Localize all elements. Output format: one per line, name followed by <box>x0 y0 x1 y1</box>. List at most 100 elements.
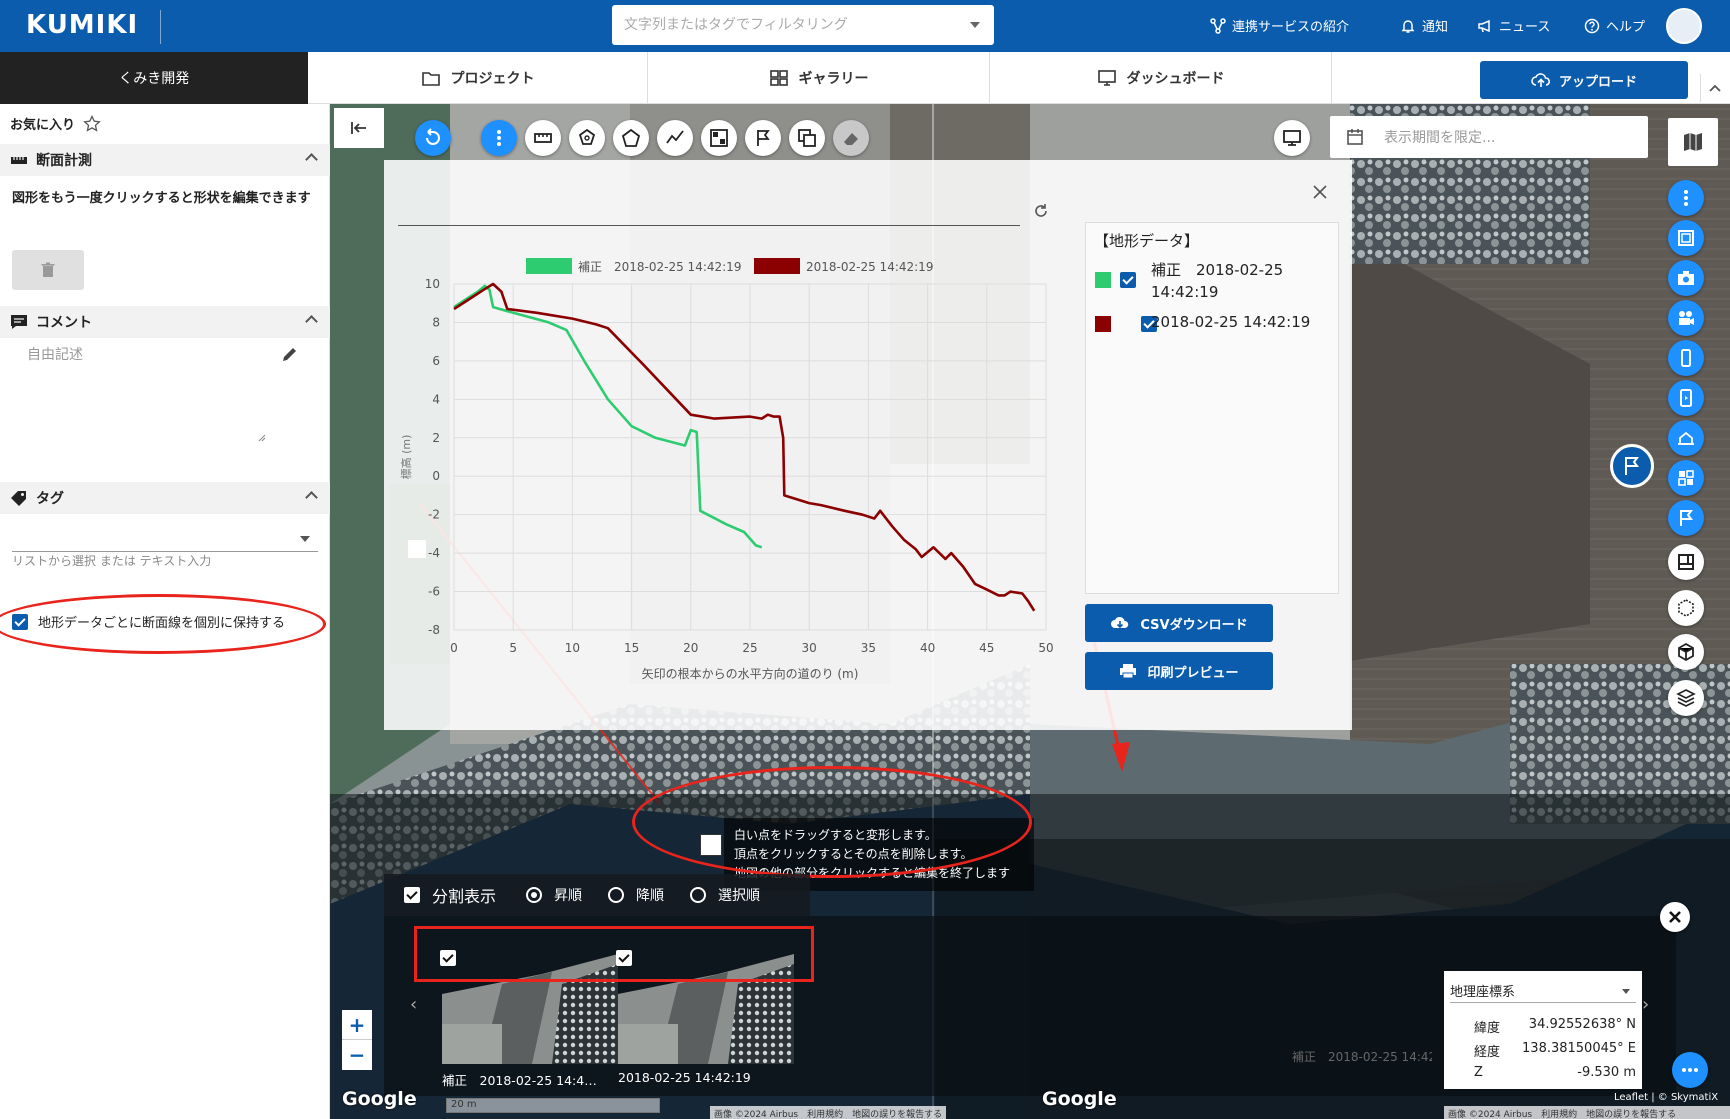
csv-download-button[interactable]: CSVダウンロード <box>1085 604 1273 642</box>
tab-dashboard[interactable]: ダッシュボード <box>990 52 1332 104</box>
layout-tool-button[interactable] <box>701 120 737 156</box>
side-3d-button[interactable] <box>1668 634 1704 670</box>
delete-shape-button[interactable] <box>12 250 84 290</box>
chevron-down-icon[interactable] <box>1622 989 1630 994</box>
side-camera-button[interactable] <box>1668 260 1704 296</box>
filter-search-input[interactable] <box>624 5 954 45</box>
side-scan-button[interactable] <box>1668 420 1704 456</box>
close-split-button[interactable] <box>1660 902 1690 932</box>
collapse-header-button[interactable] <box>1700 74 1728 102</box>
leaflet-attribution[interactable]: Leaflet | © SkymatiX <box>1614 1092 1718 1103</box>
polygon-area-tool-button[interactable] <box>569 120 605 156</box>
coordinate-system-select[interactable]: 地理座標系 <box>1450 981 1636 1003</box>
ruler-icon <box>11 157 27 164</box>
map-attribution-left[interactable]: 画像 ©2024 Airbus 利用規約 地図の誤りを報告する <box>710 1106 947 1119</box>
select-order-radio[interactable] <box>690 887 707 903</box>
nav-services[interactable]: 連携サービスの紹介 <box>1210 16 1349 35</box>
annotation-box-thumbnails <box>414 926 814 982</box>
cloud-upload-icon <box>1531 73 1551 87</box>
side-mobile-button[interactable] <box>1668 340 1704 376</box>
resize-handle-icon[interactable] <box>256 432 266 442</box>
map-type-button[interactable] <box>1668 118 1718 166</box>
side-tablet-button[interactable] <box>1668 380 1704 416</box>
section-measure-header[interactable]: 断面計測 <box>0 144 330 176</box>
nav-help[interactable]: ヘルプ <box>1584 16 1645 35</box>
polygon-tool-button[interactable] <box>613 120 649 156</box>
collapse-sidebar-button[interactable] <box>334 108 384 148</box>
screen-capture-button[interactable] <box>1274 120 1310 156</box>
legend-item-1[interactable]: 補正 2018-02-25 14:42:19 <box>1151 259 1283 303</box>
chevron-up-icon[interactable] <box>305 491 318 504</box>
copy-tool-button[interactable] <box>789 120 825 156</box>
asc-radio[interactable] <box>526 887 543 903</box>
y-tick-label: -4 <box>428 546 440 560</box>
print-preview-button[interactable]: 印刷プレビュー <box>1085 652 1273 690</box>
side-more-button[interactable] <box>1668 180 1704 216</box>
chevron-right-icon[interactable]: › <box>1642 994 1649 1015</box>
tab-project[interactable]: プロジェクト <box>308 52 648 104</box>
close-panel-button[interactable] <box>1308 180 1332 204</box>
comment-placeholder: 自由記述 <box>27 347 83 363</box>
chevron-up-icon <box>1708 84 1721 92</box>
more-tool-button[interactable] <box>481 120 517 156</box>
reset-zoom-button[interactable] <box>1030 200 1052 222</box>
tab-gallery[interactable]: ギャラリー <box>648 52 990 104</box>
side-layers-button[interactable] <box>1668 680 1704 716</box>
period-filter[interactable]: 表示期間を限定... <box>1330 116 1648 158</box>
section-comment-header[interactable]: コメント <box>0 306 330 338</box>
undo-tool-button[interactable] <box>415 120 451 156</box>
x-tick-label: 10 <box>565 641 580 655</box>
tag-select[interactable] <box>12 522 318 552</box>
filter-search-box[interactable] <box>612 5 994 45</box>
side-flag-button[interactable] <box>1668 500 1704 536</box>
nav-news-label: ニュース <box>1499 20 1551 35</box>
desc-radio[interactable] <box>608 887 625 903</box>
split-view-checkbox[interactable] <box>404 887 420 903</box>
side-video-button[interactable] <box>1668 300 1704 336</box>
nav-news[interactable]: ニュース <box>1477 16 1550 35</box>
flag-icon <box>1625 457 1639 475</box>
map-attribution-right[interactable]: 画像 ©2024 Airbus 利用規約 地図の誤りを報告する <box>1444 1106 1730 1119</box>
comment-textarea[interactable]: 自由記述 <box>12 344 308 444</box>
app-logo[interactable]: KUMIKI <box>26 10 138 40</box>
pencil-icon[interactable] <box>280 346 298 364</box>
zoom-out-button[interactable]: − <box>342 1040 372 1070</box>
legend-item-2[interactable]: 2018-02-25 14:42:19 <box>1151 313 1310 331</box>
chevron-up-icon[interactable] <box>305 153 318 166</box>
thumbnail-2-label: 2018-02-25 14:42:19 <box>618 1070 751 1085</box>
profile-tool-button[interactable] <box>657 120 693 156</box>
ruler-icon <box>534 133 552 143</box>
frame-icon <box>1678 230 1694 246</box>
side-frame-button[interactable] <box>1668 220 1704 256</box>
flag-tool-button[interactable] <box>745 120 781 156</box>
coordinate-system-value: 地理座標系 <box>1450 985 1516 1000</box>
side-pointcloud-button[interactable] <box>1668 590 1704 626</box>
chevron-down-icon[interactable] <box>970 22 980 28</box>
x-tick-label: 40 <box>920 641 935 655</box>
zoom-in-button[interactable]: + <box>342 1010 372 1040</box>
eraser-tool-button[interactable] <box>833 120 869 156</box>
section-tag-header[interactable]: タグ <box>0 482 330 514</box>
breadcrumb-back[interactable]: くみき開発 <box>0 52 308 104</box>
side-more-horizontal-button[interactable] <box>1672 1052 1708 1088</box>
user-avatar[interactable] <box>1666 8 1702 44</box>
upload-button[interactable]: アップロード <box>1480 61 1688 99</box>
close-icon <box>1313 185 1327 199</box>
chevron-down-icon[interactable] <box>300 536 310 542</box>
chart-legend-swatch <box>526 258 572 274</box>
measure-tool-button[interactable] <box>525 120 561 156</box>
nav-notify[interactable]: 通知 <box>1400 16 1448 35</box>
legend-checkbox-1[interactable] <box>1120 272 1136 288</box>
favorite-row[interactable]: お気に入り <box>10 114 101 133</box>
chevron-left-icon[interactable]: ‹ <box>410 994 417 1015</box>
nav-services-label: 連携サービスの紹介 <box>1232 20 1350 35</box>
flag-marker[interactable] <box>1610 444 1654 488</box>
side-layout-button[interactable] <box>1668 544 1704 580</box>
star-icon[interactable] <box>83 114 101 133</box>
side-grid-button[interactable] <box>1668 460 1704 496</box>
x-tick-label: 25 <box>742 641 757 655</box>
calendar-icon <box>1347 129 1363 145</box>
map-icon <box>1684 133 1702 151</box>
folder-icon <box>421 72 440 86</box>
chevron-up-icon[interactable] <box>305 315 318 328</box>
